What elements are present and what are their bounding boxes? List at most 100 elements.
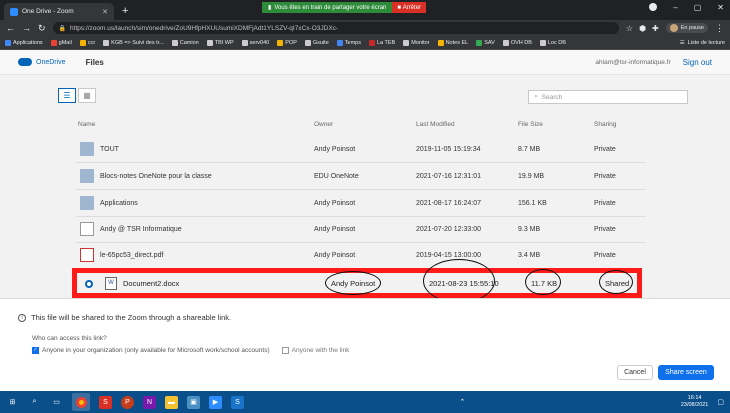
grid-view-button[interactable]: ▦ xyxy=(78,88,96,103)
profile-button[interactable]: En pause xyxy=(665,23,708,33)
tab-search-icon[interactable] xyxy=(649,3,658,11)
gmail-icon xyxy=(50,39,57,46)
table-row[interactable]: Applications Andy Poinsot 2021-08-17 16:… xyxy=(76,192,646,216)
share-info: i This file will be shared to the Zoom t… xyxy=(18,313,231,322)
bookmark-item[interactable]: Applications xyxy=(5,39,43,46)
maximize-icon[interactable]: ▢ xyxy=(694,3,702,12)
table-row[interactable]: Andy @ TSR Informatique Andy Poinsot 202… xyxy=(76,218,646,242)
tab-title: One Drive - Zoom xyxy=(22,8,74,15)
bookmark-item[interactable]: gMail xyxy=(50,39,72,46)
bookmark-icon xyxy=(206,39,213,46)
share-screen-button[interactable]: Share screen xyxy=(658,365,714,380)
remote-desktop-icon[interactable]: ▣ xyxy=(187,395,200,409)
screen-share-icon: ▮ xyxy=(268,5,272,11)
file-explorer-icon[interactable]: ▬ xyxy=(165,395,178,409)
selected-file-row[interactable]: W Document2.docx Andy Poinsot 2021-08-23… xyxy=(72,259,642,303)
bookmark-item[interactable]: SAV xyxy=(476,39,495,46)
bookmark-icon xyxy=(241,39,248,46)
reading-list-button[interactable]: ☰ Liste de lecture xyxy=(680,40,725,46)
powerpoint-icon[interactable]: P xyxy=(121,395,134,409)
task-view-icon[interactable]: ▭ xyxy=(50,396,63,409)
bookmark-item[interactable]: Temps xyxy=(336,39,361,46)
browser-tab[interactable]: One Drive - Zoom ✕ xyxy=(4,3,114,20)
extension-icon[interactable]: ⬢ xyxy=(639,24,646,33)
list-icon: ☰ xyxy=(63,91,71,100)
onenote-icon[interactable]: N xyxy=(143,395,156,409)
table-row[interactable]: le-65pc53_direct.pdf Andy Poinsot 2019-0… xyxy=(76,244,646,268)
folder-icon xyxy=(79,39,86,46)
selected-radio-button[interactable] xyxy=(85,280,93,288)
ink-circle-annotation xyxy=(599,270,633,294)
avatar xyxy=(669,24,678,32)
puzzle-icon[interactable]: ✚ xyxy=(652,24,659,33)
onedrive-logo[interactable]: OneDrive xyxy=(18,58,66,66)
reload-icon[interactable]: ↻ xyxy=(38,23,46,34)
bookmark-icon xyxy=(502,39,509,46)
extension-icons: ☆ ⬢ ✚ xyxy=(626,24,659,33)
close-window-icon[interactable]: ✕ xyxy=(717,3,724,12)
table-row[interactable]: TOUT Andy Poinsot 2019-11-05 15:19:34 8.… xyxy=(76,138,646,162)
bookmark-item[interactable]: Monitor xyxy=(403,39,430,46)
folder-icon xyxy=(277,39,284,46)
sign-out-link[interactable]: Sign out xyxy=(683,58,712,67)
windows-start-icon[interactable]: ⊞ xyxy=(6,396,19,409)
column-header-sharing[interactable]: Sharing xyxy=(594,121,616,128)
bookmark-item[interactable]: Loc DB xyxy=(539,39,566,46)
new-tab-button[interactable]: + xyxy=(122,5,128,17)
bookmark-item[interactable]: OVH DB xyxy=(502,39,532,46)
bookmark-item[interactable]: ccr xyxy=(79,39,95,46)
bookmark-item[interactable]: Gsuite xyxy=(304,39,329,46)
bookmark-item[interactable]: KGB => Suivi des tr... xyxy=(103,39,164,46)
star-icon[interactable]: ☆ xyxy=(626,24,633,33)
row-divider xyxy=(76,162,646,163)
tray-icon[interactable]: ⌃ xyxy=(459,398,465,406)
forward-icon[interactable]: → xyxy=(22,23,31,33)
column-header-file-size[interactable]: File Size xyxy=(518,121,543,128)
app-icon[interactable]: S xyxy=(231,395,244,409)
bookmark-item[interactable]: serv040 xyxy=(241,39,269,46)
view-toggle: ☰ ▦ xyxy=(58,88,96,103)
bookmark-item[interactable]: TBI WP xyxy=(206,39,234,46)
folder-icon xyxy=(437,39,444,46)
stop-sharing-button[interactable]: ■ Arrêter xyxy=(392,2,427,13)
close-tab-icon[interactable]: ✕ xyxy=(102,8,108,16)
search-input[interactable]: ⌕ Search xyxy=(528,90,688,104)
option-anyone[interactable]: Anyone with the link xyxy=(281,347,349,354)
taskbar-clock[interactable]: 16:14 23/08/2021 xyxy=(681,395,709,409)
reading-list-icon: ☰ xyxy=(679,39,685,46)
zoom-icon[interactable]: ▶ xyxy=(209,395,222,409)
bookmark-icon xyxy=(539,39,546,46)
minimize-icon[interactable]: – xyxy=(673,3,677,12)
table-row[interactable]: Blocs-notes OneNote pour la classe EDU O… xyxy=(76,165,646,189)
taskbar: ⊞ ⌕ ▭ S P N ▬ ▣ ▶ S ⌃ 16:14 23/08/2021 ▢ xyxy=(0,391,730,413)
bookmark-icon xyxy=(476,39,483,46)
bookmark-item[interactable]: Camion xyxy=(171,39,199,46)
option-organization[interactable]: ✓ Anyone in your organization (only avail… xyxy=(32,347,270,354)
column-header-last-modified[interactable]: Last Modified xyxy=(416,121,455,128)
notification-icon[interactable]: ▢ xyxy=(717,398,724,406)
column-header-owner[interactable]: Owner xyxy=(314,121,333,128)
onedrive-page: OneDrive Files ahlam@tsr-informatique.fr… xyxy=(0,50,730,391)
checkbox-icon[interactable] xyxy=(281,347,289,354)
window-controls: – ▢ ✕ xyxy=(649,3,724,12)
back-icon[interactable]: ← xyxy=(6,23,15,33)
bookmark-item[interactable]: Notes EL xyxy=(437,39,468,46)
zoom-favicon-icon xyxy=(10,7,18,16)
url-input[interactable]: 🔒 https://zoom.us/launch/sim/onedrive/Zo… xyxy=(52,22,619,34)
list-view-button[interactable]: ☰ xyxy=(58,88,76,103)
checkbox-checked-icon[interactable]: ✓ xyxy=(32,347,39,354)
menu-icon[interactable]: ⋮ xyxy=(715,23,724,34)
row-divider xyxy=(76,189,646,190)
cancel-button[interactable]: Cancel xyxy=(617,365,653,380)
chrome-icon[interactable] xyxy=(72,393,90,411)
bookmark-item[interactable]: La TEB xyxy=(368,39,395,46)
app-icon[interactable]: S xyxy=(99,395,112,409)
bookmark-item[interactable]: POP xyxy=(277,39,297,46)
address-bar-row: ← → ↻ 🔒 https://zoom.us/launch/sim/onedr… xyxy=(0,20,730,36)
search-icon[interactable]: ⌕ xyxy=(28,396,41,409)
row-divider xyxy=(76,242,646,243)
apps-icon xyxy=(5,39,11,46)
ink-circle-annotation xyxy=(525,269,561,295)
search-icon: ⌕ xyxy=(534,93,538,100)
column-header-name[interactable]: Name xyxy=(78,121,95,128)
